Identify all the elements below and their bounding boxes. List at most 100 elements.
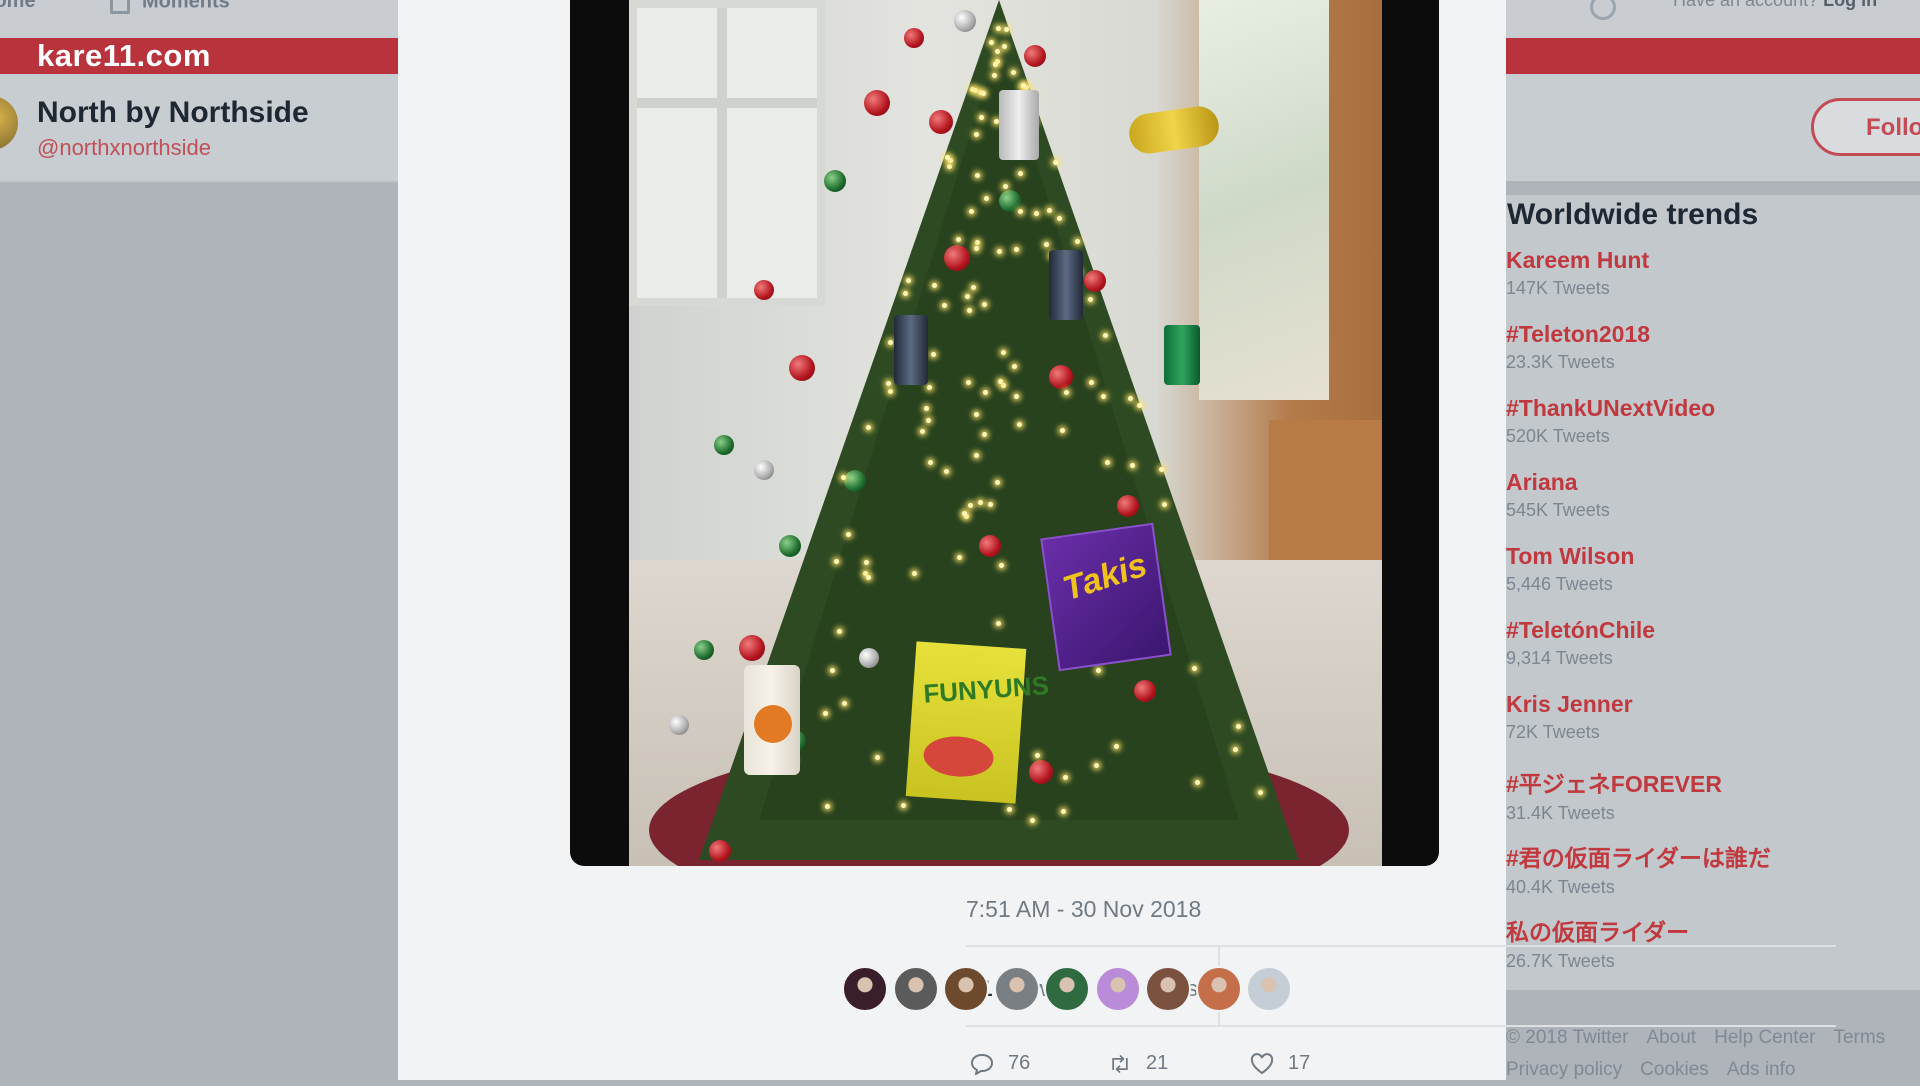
liker-avatar[interactable]: [1195, 966, 1242, 1012]
search-icon[interactable]: [1590, 0, 1616, 20]
tree-light: [988, 501, 994, 507]
liker-avatar[interactable]: [1145, 966, 1191, 1012]
ornament-ball: [1029, 760, 1053, 784]
tree-light: [1093, 763, 1099, 769]
liker-avatar[interactable]: [1044, 966, 1090, 1012]
ornament-ball: [944, 245, 970, 271]
liker-avatar[interactable]: [842, 966, 888, 1012]
tree-light: [1060, 808, 1066, 814]
ornament-ball: [1134, 680, 1156, 702]
trend-name: Tom Wilson: [1506, 543, 1635, 569]
tree-light: [1010, 69, 1016, 75]
ornament-ball: [979, 535, 1001, 557]
tree-light: [1013, 394, 1019, 400]
footer-link[interactable]: © 2018 Twitter: [1506, 1027, 1628, 1048]
tree-light: [995, 620, 1001, 626]
trend-item[interactable]: #ThankUNextVideo 520K Tweets: [1506, 395, 1916, 447]
funyuns-bag-ornament: FUNYUNS: [905, 641, 1050, 804]
tree-light: [1128, 395, 1133, 401]
divider: [966, 945, 1836, 947]
ornament-ball: [954, 10, 976, 32]
trend-item[interactable]: #Teleton2018 23.3K Tweets: [1506, 321, 1916, 373]
liker-avatar[interactable]: [1246, 966, 1292, 1012]
liker-avatar[interactable]: [943, 966, 989, 1012]
profile-name[interactable]: North by Northside: [37, 96, 309, 130]
profile-handle[interactable]: @northxnorthside: [37, 135, 211, 161]
ornament-ball: [1024, 45, 1046, 67]
tree-light: [931, 352, 937, 358]
trend-item[interactable]: Kareem Hunt 147K Tweets: [1506, 247, 1916, 299]
login-link[interactable]: Log in: [1823, 0, 1877, 10]
trend-item[interactable]: Kris Jenner 72K Tweets: [1506, 691, 1916, 743]
tree-light: [1088, 379, 1094, 385]
ornament-ball: [844, 470, 866, 492]
tree-light: [1059, 428, 1065, 434]
tree-light: [888, 339, 894, 345]
trend-name: #TeletónChile: [1506, 617, 1656, 643]
site-url-watermark: kare11.com: [37, 38, 211, 73]
footer-link[interactable]: Privacy policy: [1506, 1059, 1622, 1080]
follow-button-label: Follo: [1866, 114, 1920, 141]
christmas-tree-photo: Takis FUNYUNS: [629, 0, 1382, 866]
reply-action[interactable]: 76: [970, 1052, 1030, 1075]
avatar[interactable]: [0, 96, 18, 150]
tree-light: [1053, 159, 1059, 165]
tree-light: [991, 72, 997, 78]
trend-tweet-count: 23.3K Tweets: [1506, 352, 1615, 372]
trend-name: Ariana: [1506, 469, 1578, 495]
trend-tweet-count: 147K Tweets: [1506, 278, 1610, 298]
ornament-ball: [694, 640, 714, 660]
trend-item[interactable]: #君の仮面ライダーは誰だ 40.4K Tweets: [1506, 839, 1916, 898]
footer-link[interactable]: Help Center: [1714, 1027, 1815, 1048]
nav-moments-link[interactable]: Moments: [110, 0, 230, 14]
like-action[interactable]: 17: [1250, 1052, 1310, 1075]
liker-avatar[interactable]: [1094, 966, 1141, 1012]
trend-item[interactable]: Ariana 545K Tweets: [1506, 469, 1916, 521]
tree-light: [926, 417, 932, 423]
can-ornament: [1049, 250, 1083, 320]
nav-home-link[interactable]: Home: [0, 0, 36, 13]
liker-avatar[interactable]: [993, 966, 1040, 1012]
ornament-ball: [859, 648, 879, 668]
retweet-action[interactable]: 21: [1108, 1052, 1168, 1075]
tree-light: [1003, 26, 1009, 32]
footer-link[interactable]: Terms: [1833, 1027, 1885, 1048]
trend-name: 私の仮面ライダー: [1506, 919, 1690, 945]
trend-tweet-count: 40.4K Tweets: [1506, 877, 1615, 897]
tree-light: [829, 668, 835, 674]
tweet-photo[interactable]: Takis FUNYUNS: [570, 0, 1439, 866]
nav-moments-label: Moments: [142, 0, 230, 13]
trend-item[interactable]: #TeletónChile 9,314 Tweets: [1506, 617, 1916, 669]
ornament-ball: [999, 190, 1021, 212]
tree-light: [965, 293, 971, 299]
tree-light: [1043, 241, 1049, 247]
retweet-count: 21: [1146, 1052, 1169, 1074]
trend-tweet-count: 26.7K Tweets: [1506, 951, 1615, 971]
tweet-timestamp[interactable]: 7:51 AM - 30 Nov 2018: [966, 896, 1201, 923]
tree-light: [945, 154, 951, 160]
ornament-ball: [1049, 365, 1073, 389]
liker-avatar[interactable]: [892, 966, 939, 1012]
tree-light: [956, 554, 962, 560]
moments-icon: [110, 0, 130, 14]
tree-light: [1191, 665, 1197, 671]
tree-light: [1136, 402, 1142, 408]
trend-item[interactable]: #平ジェネFOREVER 31.4K Tweets: [1506, 765, 1916, 824]
trend-name: Kareem Hunt: [1506, 247, 1650, 273]
footer-link[interactable]: Cookies: [1640, 1059, 1709, 1080]
ornament-ball: [904, 28, 924, 48]
follow-button[interactable]: Follo: [1811, 98, 1920, 156]
tree-light: [982, 431, 988, 437]
tree-light: [919, 428, 925, 434]
footer-link[interactable]: About: [1646, 1027, 1696, 1048]
trend-item[interactable]: Tom Wilson 5,446 Tweets: [1506, 543, 1916, 595]
ornament-ball: [864, 90, 890, 116]
ornament-ball: [1084, 270, 1106, 292]
footer-link[interactable]: Ads info: [1727, 1059, 1796, 1080]
ornament-ball: [929, 110, 953, 134]
profile-header: North by Northside @northxnorthside: [0, 74, 398, 183]
tree-light: [981, 302, 987, 308]
ornament-ball: [779, 535, 801, 557]
tree-light: [1030, 817, 1036, 823]
trend-item[interactable]: 私の仮面ライダー 26.7K Tweets: [1506, 913, 1916, 972]
